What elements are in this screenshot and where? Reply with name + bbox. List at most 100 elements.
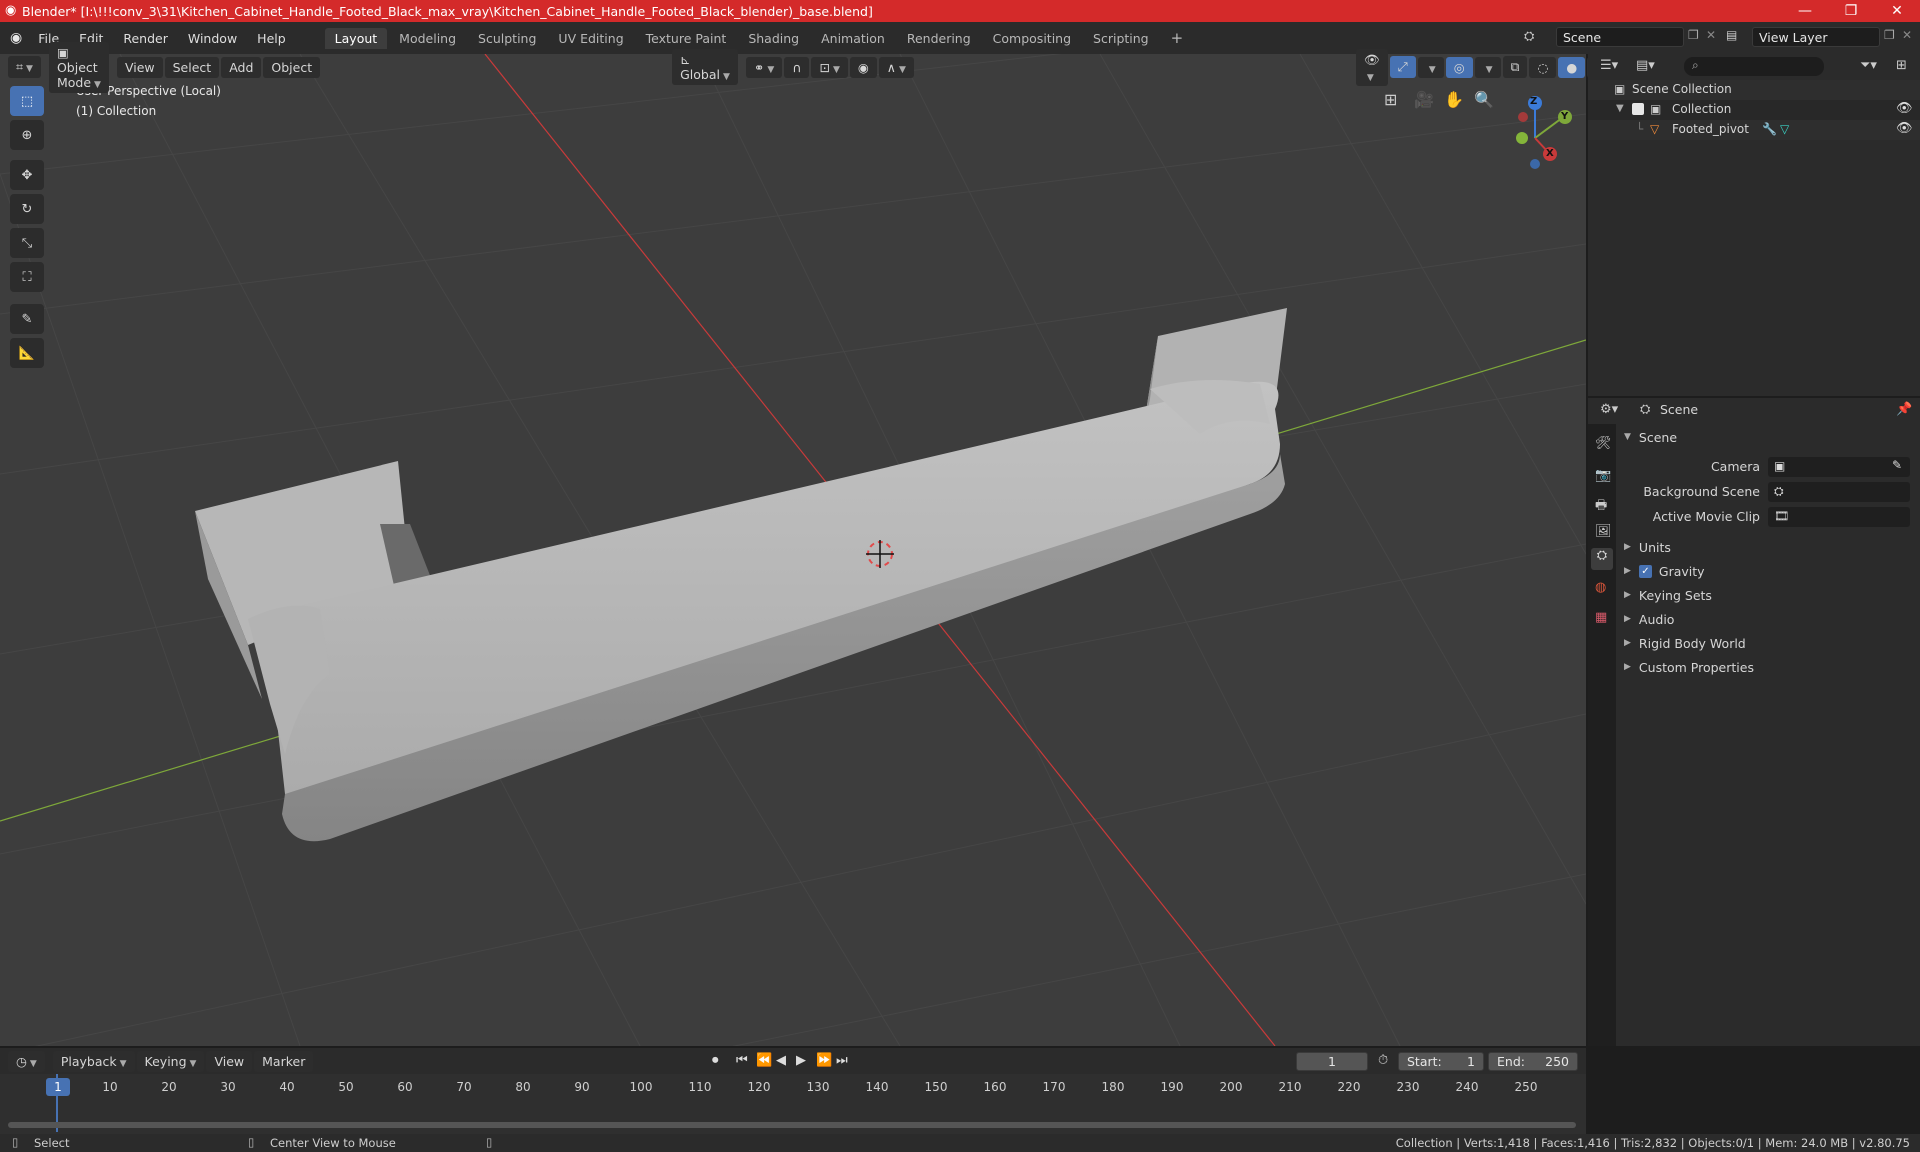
playback-dropdown[interactable]: Playback ▼ (52, 1050, 135, 1072)
output-tab-icon[interactable]: 🖶 (1595, 496, 1607, 518)
scene-tab-icon[interactable]: ⛭ (1591, 548, 1613, 570)
tab-shading[interactable]: Shading (738, 28, 809, 49)
jump-keyframe-forward-icon[interactable]: ⏩ (816, 1053, 832, 1068)
tab-uv-editing[interactable]: UV Editing (548, 28, 633, 49)
jump-start-icon[interactable]: ⏮ (736, 1053, 748, 1068)
texture-tab-icon[interactable]: ▦ (1595, 610, 1607, 625)
minimize-button[interactable]: — (1782, 0, 1828, 22)
record-button[interactable]: ⏺ (712, 1053, 719, 1068)
maximize-button[interactable]: ❐ (1828, 0, 1874, 22)
filter-icon[interactable]: ⏷▾ (1860, 58, 1877, 73)
outliner-editor-icon[interactable]: ☰▾ (1600, 58, 1618, 73)
eyedropper-icon[interactable]: ✎ (1892, 458, 1902, 472)
object-mode-dropdown[interactable]: ▣ Object Mode ▼ (48, 41, 109, 93)
world-tab-icon[interactable]: ◍ (1595, 580, 1606, 595)
new-scene-icon[interactable]: ❐ (1688, 28, 1699, 42)
eye-icon[interactable]: 👁 (1896, 121, 1913, 136)
editor-type-button[interactable]: ⌗ ▼ (8, 56, 41, 78)
move-tool[interactable]: ✥ (10, 160, 44, 190)
view-layer-tab-icon[interactable]: 🖼 (1595, 524, 1612, 539)
gizmo-toggle[interactable]: ⤢ (1389, 56, 1416, 78)
rotate-tool[interactable]: ↻ (10, 194, 44, 224)
outliner-row[interactable]: ▼ ▣ Collection 👁 (1588, 100, 1920, 120)
gizmo-dropdown[interactable]: ▼ (1417, 56, 1444, 78)
timeline-menu-marker[interactable]: Marker (254, 1050, 314, 1072)
visibility-dropdown[interactable]: 👁▼ (1355, 48, 1388, 86)
eye-icon[interactable]: 👁 (1896, 101, 1913, 116)
menu-help[interactable]: Help (247, 31, 296, 46)
timeline-scrollbar[interactable] (8, 1122, 1576, 1128)
snap-target-dropdown[interactable]: ⊡ ▼ (811, 56, 848, 78)
scene-selector-icon[interactable]: ⛭ (1524, 29, 1534, 44)
play-reverse-icon[interactable]: ◀ (776, 1053, 786, 1068)
outliner-row[interactable]: └ ▽ Footed_pivot 🔧 ▽ 👁 (1588, 120, 1920, 140)
solid-shading[interactable]: ● (1558, 56, 1586, 78)
background-scene-field[interactable]: ⛭ (1768, 482, 1910, 502)
overlay-toggle[interactable]: ◎ (1445, 56, 1473, 78)
delete-scene-icon[interactable]: ✕ (1706, 28, 1716, 42)
transform-orientation-dropdown[interactable]: ⊾ Global ▼ (672, 49, 738, 85)
tab-texture-paint[interactable]: Texture Paint (636, 28, 737, 49)
outliner-row[interactable]: ▣ Scene Collection (1588, 80, 1920, 100)
viewport-menu-view[interactable]: View (116, 56, 163, 78)
annotate-tool[interactable]: ✎ (10, 304, 44, 334)
camera-view-icon[interactable]: 🎥 (1414, 90, 1434, 109)
viewport-menu-select[interactable]: Select (164, 56, 220, 78)
cursor-tool[interactable]: ⊕ (10, 120, 44, 150)
pivot-point-dropdown[interactable]: ⚭ ▼ (745, 56, 783, 78)
pin-icon[interactable]: 📌 (1896, 402, 1912, 417)
render-tab-icon[interactable]: 📷 (1595, 468, 1611, 483)
custom-properties-panel-header[interactable]: ▶ Custom Properties (1624, 655, 1754, 679)
audio-panel-header[interactable]: ▶ Audio (1624, 607, 1674, 631)
current-frame-field[interactable]: 1 (1296, 1052, 1368, 1071)
overlay-dropdown[interactable]: ▼ (1474, 56, 1501, 78)
units-panel-header[interactable]: ▶ Units (1624, 535, 1671, 559)
jump-keyframe-back-icon[interactable]: ⏪ (756, 1053, 772, 1068)
new-view-layer-icon[interactable]: ❐ (1884, 28, 1895, 42)
delete-view-layer-icon[interactable]: ✕ (1902, 28, 1912, 42)
active-movie-clip-field[interactable]: 🎞 (1768, 507, 1910, 527)
pan-view-icon[interactable]: ✋ (1444, 90, 1464, 109)
wireframe-shading[interactable]: ◌ (1529, 56, 1557, 78)
tab-compositing[interactable]: Compositing (983, 28, 1081, 49)
camera-field[interactable]: ▣ ✎ (1768, 457, 1910, 477)
properties-editor-icon[interactable]: ⚙▾ (1600, 402, 1618, 417)
viewport-menu-add[interactable]: Add (221, 56, 262, 78)
mesh-data-icon[interactable]: ▽ (1780, 122, 1789, 136)
close-button[interactable]: ✕ (1874, 0, 1920, 22)
view-layer-field[interactable]: View Layer (1752, 27, 1880, 47)
collapse-arrow-icon[interactable]: ▼ (1616, 103, 1624, 114)
scale-tool[interactable]: ⤡ (10, 228, 44, 258)
gravity-checkbox[interactable]: ✓ (1638, 564, 1652, 578)
stopwatch-icon[interactable]: ⏱ (1378, 1053, 1388, 1068)
tab-layout[interactable]: Layout (324, 27, 388, 49)
modifier-wrench-icon[interactable]: 🔧 (1762, 122, 1777, 136)
falloff-dropdown[interactable]: ∧ ▼ (878, 56, 914, 78)
menu-window[interactable]: Window (178, 31, 247, 46)
3d-viewport[interactable]: User Perspective (Local) (1) Collection … (0, 54, 1586, 1046)
tab-rendering[interactable]: Rendering (897, 28, 981, 49)
transform-tool[interactable]: ⛶ (10, 262, 44, 292)
xray-toggle[interactable]: ⧉ (1502, 56, 1528, 78)
menu-render[interactable]: Render (113, 31, 178, 46)
tab-modeling[interactable]: Modeling (389, 28, 466, 49)
select-box-tool[interactable]: ⬚ (10, 86, 44, 116)
snap-toggle[interactable]: ∩ (784, 56, 810, 78)
jump-end-icon[interactable]: ⏭ (836, 1053, 848, 1068)
tool-tab-icon[interactable]: 🛠 (1595, 436, 1612, 451)
cabinet-handle-model[interactable] (195, 308, 1287, 842)
gravity-panel-header[interactable]: ▶ ✓ Gravity (1624, 559, 1705, 583)
measure-tool[interactable]: 📐 (10, 338, 44, 368)
viewport-menu-object[interactable]: Object (263, 56, 321, 78)
view-layer-icon[interactable]: ▤ (1726, 28, 1737, 42)
toggle-perspective-icon[interactable]: ⊞ (1384, 90, 1397, 109)
rigid-body-world-panel-header[interactable]: ▶ Rigid Body World (1624, 631, 1746, 655)
end-frame-field[interactable]: End: 250 (1488, 1052, 1578, 1071)
display-mode-icon[interactable]: ▤▾ (1636, 58, 1655, 73)
keying-dropdown[interactable]: Keying ▼ (136, 1050, 205, 1072)
tab-sculpting[interactable]: Sculpting (468, 28, 546, 49)
play-icon[interactable]: ▶ (796, 1053, 806, 1068)
add-workspace-button[interactable]: + (1161, 26, 1194, 50)
blender-menu-icon[interactable]: ◉ (10, 30, 22, 46)
proportional-edit-toggle[interactable]: ◉ (849, 56, 877, 78)
